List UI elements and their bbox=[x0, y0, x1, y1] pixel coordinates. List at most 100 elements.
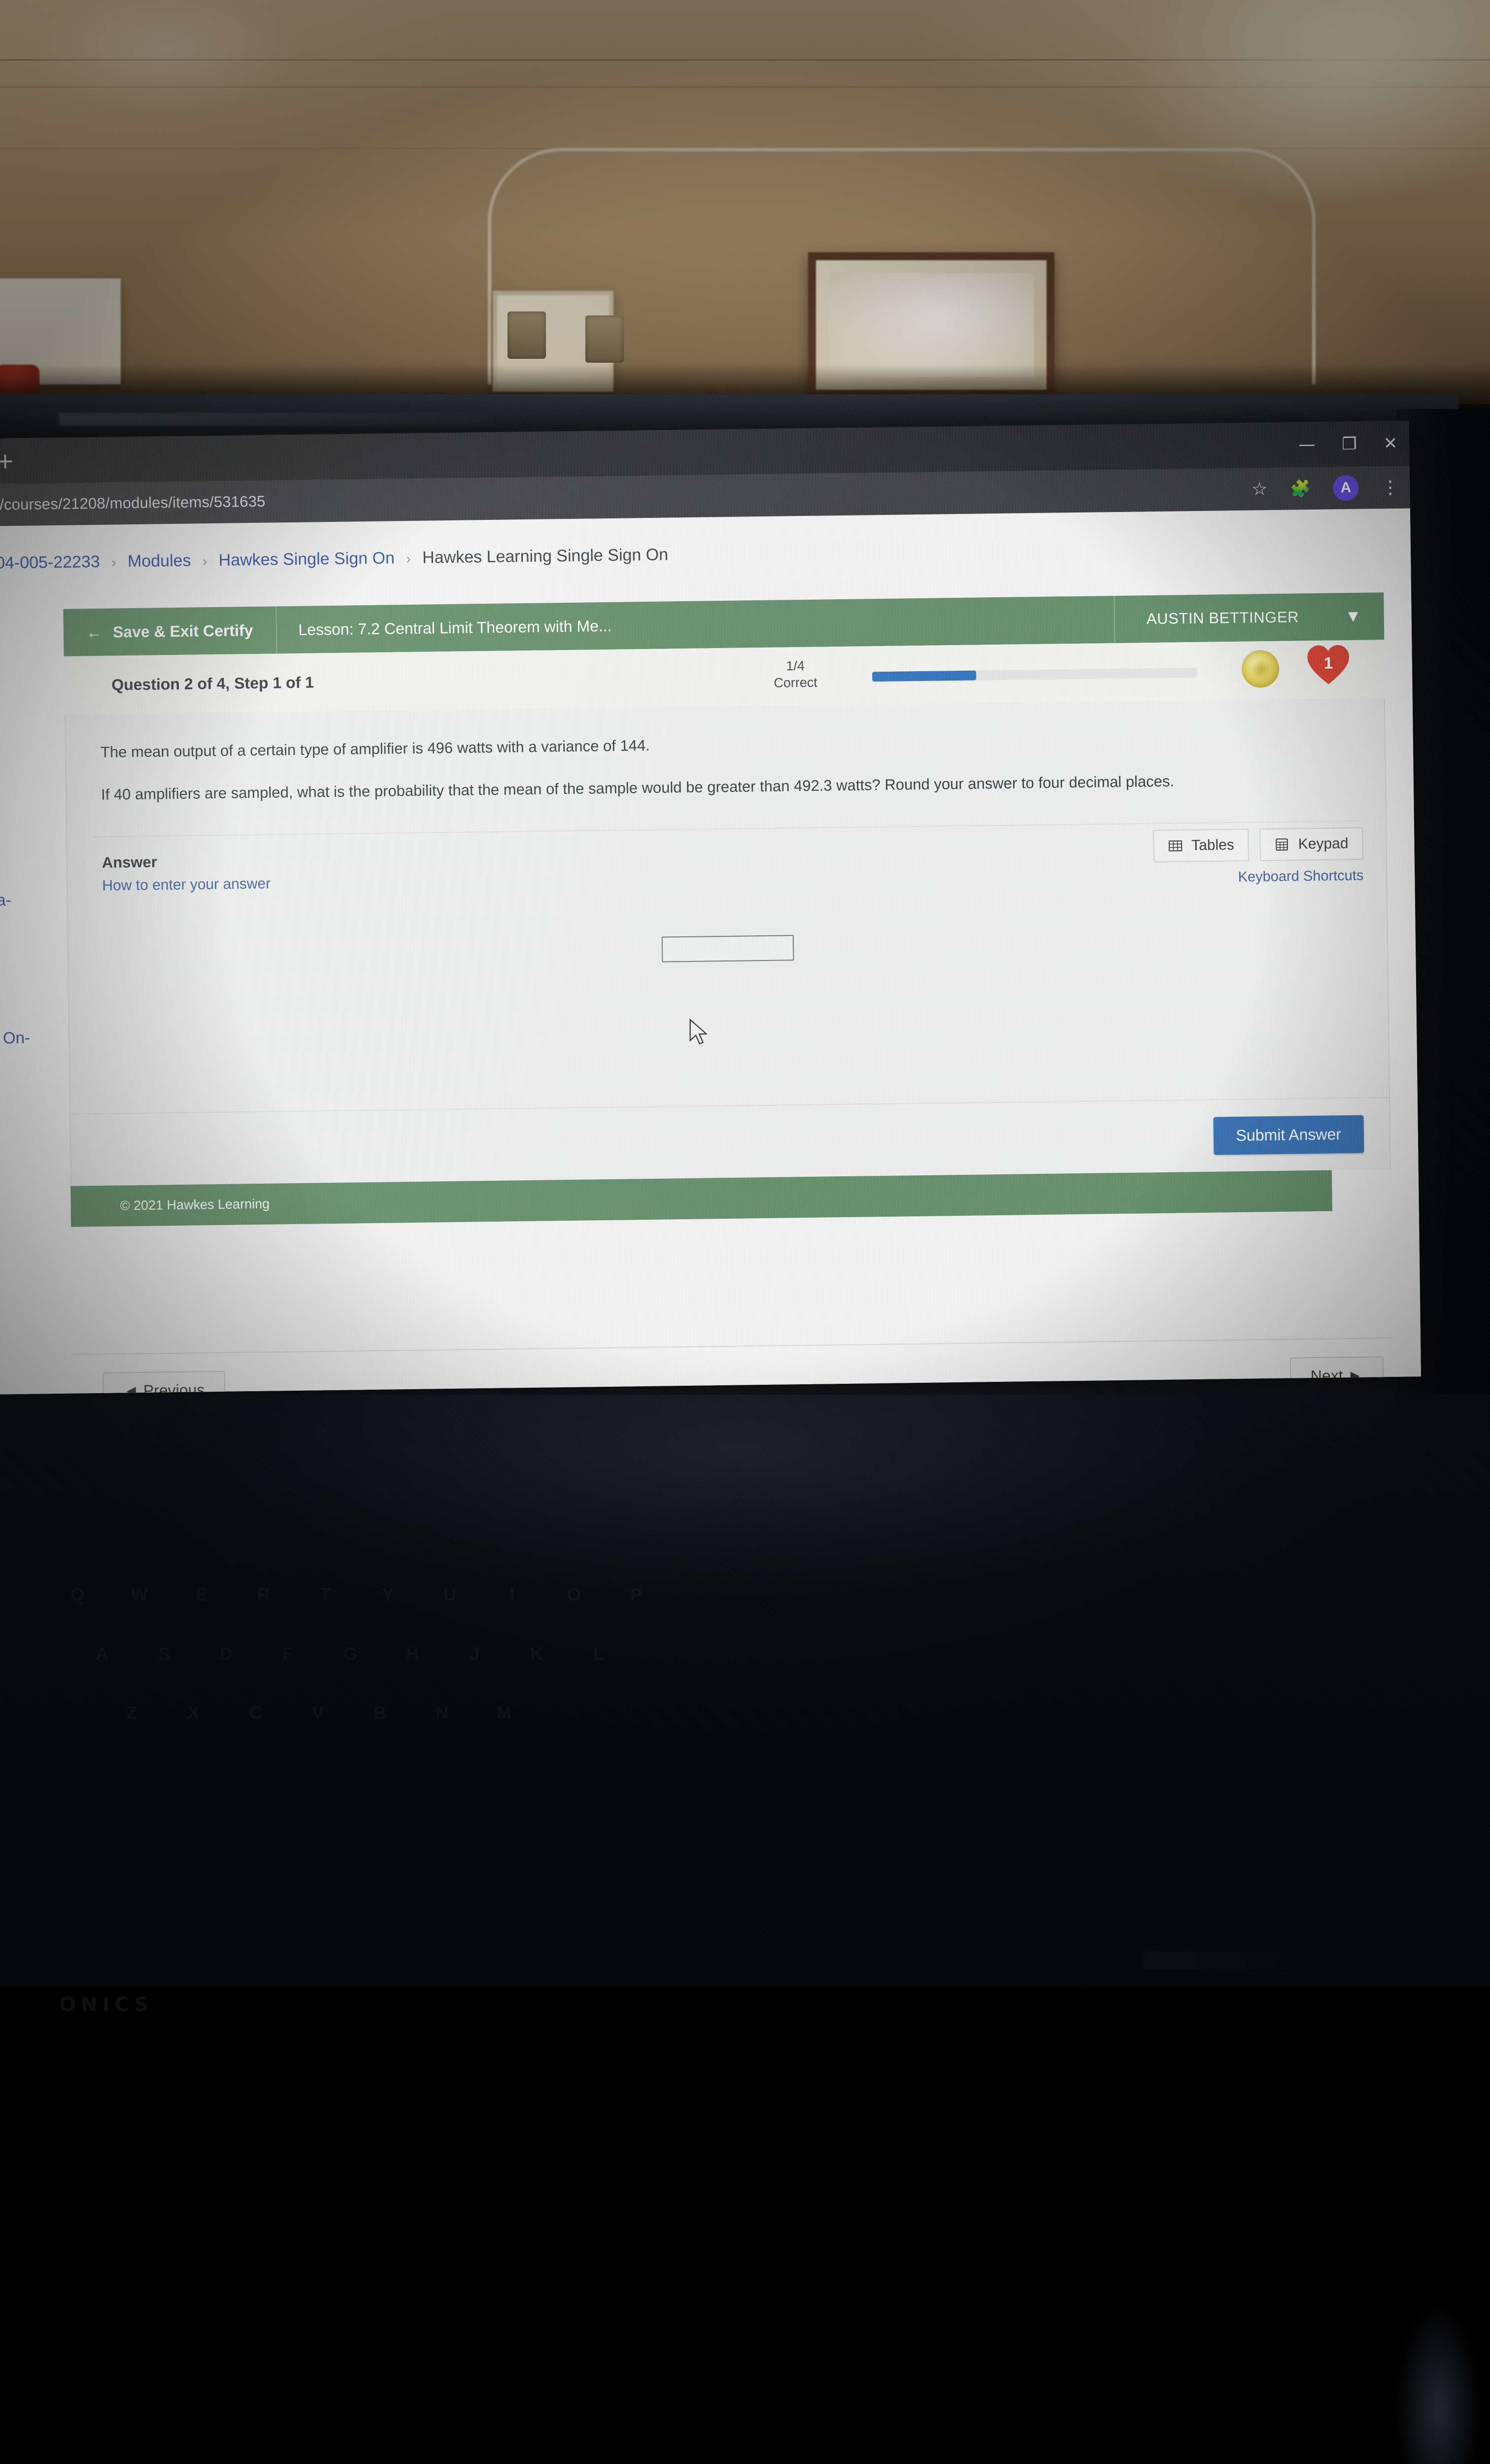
lives-count: 1 bbox=[1324, 653, 1333, 672]
previous-button[interactable]: ◄ Previous bbox=[102, 1371, 226, 1395]
web-page: MS204-005-22233 › Modules › Hawkes Singl… bbox=[0, 508, 1421, 1394]
keyboard-key-o[interactable]: O bbox=[556, 1584, 592, 1605]
question-line-1: The mean output of a certain type of amp… bbox=[101, 725, 1350, 764]
sidebar-fragment-2[interactable]: Ma- bbox=[0, 890, 11, 910]
sidebar-fragment-3[interactable]: /7 On- bbox=[0, 1028, 30, 1048]
trackpad-edge bbox=[1143, 1951, 1291, 1969]
keyboard-key-j[interactable]: J bbox=[456, 1643, 493, 1664]
laptop-screen: + — ❐ ✕ om/courses/21208/modules/items/5… bbox=[0, 420, 1421, 1394]
mouse-cursor-icon bbox=[687, 1018, 710, 1048]
keyboard-key-z[interactable]: Z bbox=[113, 1703, 150, 1723]
submit-answer-button[interactable]: Submit Answer bbox=[1213, 1115, 1364, 1155]
breadcrumb: MS204-005-22233 › Modules › Hawkes Singl… bbox=[0, 539, 1144, 573]
background-blur-object bbox=[1396, 2306, 1480, 2464]
bookmark-star-icon[interactable]: ☆ bbox=[1252, 479, 1268, 499]
table-grid-icon bbox=[1168, 838, 1183, 853]
previous-arrow-icon: ◄ bbox=[123, 1382, 139, 1395]
keyboard-key-m[interactable]: M bbox=[486, 1703, 522, 1723]
keypad-button[interactable]: Keypad bbox=[1259, 827, 1363, 861]
answer-input-wrapper bbox=[103, 928, 1353, 969]
answer-input[interactable] bbox=[662, 935, 794, 962]
keyboard-key-a[interactable]: A bbox=[84, 1643, 120, 1664]
keyboard-key-b[interactable]: B bbox=[362, 1703, 398, 1723]
keyboard-row[interactable]: ZXCVBNM bbox=[113, 1703, 522, 1723]
keyboard-key-v[interactable]: V bbox=[300, 1703, 336, 1723]
progress-bar-fill bbox=[872, 671, 976, 682]
keyboard-key-t[interactable]: T bbox=[307, 1584, 344, 1605]
address-text[interactable]: om/courses/21208/modules/items/531635 bbox=[0, 493, 266, 514]
window-glare bbox=[1090, 0, 1490, 262]
browser-menu-icon[interactable]: ⋮ bbox=[1381, 477, 1399, 497]
calculator-keypad-icon bbox=[1275, 837, 1289, 852]
keyboard-key-l[interactable]: L bbox=[580, 1643, 617, 1664]
user-name-label: AUSTIN BETTINGER bbox=[1147, 608, 1299, 628]
window-controls: — ❐ ✕ bbox=[1298, 421, 1398, 468]
question-line-2: If 40 amplifiers are sampled, what is th… bbox=[101, 767, 1351, 807]
keyboard-key-x[interactable]: X bbox=[175, 1703, 212, 1723]
keyboard-key-u[interactable]: U bbox=[432, 1584, 468, 1605]
photo-scene: + — ❐ ✕ om/courses/21208/modules/items/5… bbox=[0, 0, 1490, 1987]
lives-heart-badge: 1 bbox=[1305, 644, 1351, 686]
question-text-block: The mean output of a certain type of amp… bbox=[66, 698, 1386, 827]
chevron-down-icon: ▼ bbox=[1348, 609, 1358, 624]
keyboard-key-h[interactable]: H bbox=[394, 1643, 431, 1664]
tables-button[interactable]: Tables bbox=[1153, 829, 1250, 862]
light-glare bbox=[30, 0, 305, 113]
save-and-exit-label: Save & Exit Certify bbox=[113, 621, 253, 642]
extensions-puzzle-icon[interactable]: 🧩 bbox=[1290, 479, 1311, 499]
keypad-label: Keypad bbox=[1298, 835, 1349, 853]
military-patch bbox=[508, 311, 546, 359]
laptop-keyboard-deck: ONICS QWERTYUIOP ASDFGHJKL ZXCVBNM bbox=[0, 1395, 1490, 1987]
keyboard-row[interactable]: ASDFGHJKL bbox=[84, 1643, 617, 1664]
back-arrow-icon: ← bbox=[86, 623, 102, 641]
answer-section: Answer How to enter your answer bbox=[67, 821, 1389, 1114]
score-fraction: 1/4 bbox=[774, 658, 817, 675]
breadcrumb-current: Hawkes Learning Single Sign On bbox=[422, 545, 668, 567]
keyboard-key-i[interactable]: I bbox=[494, 1584, 530, 1605]
keyboard-key-d[interactable]: D bbox=[208, 1643, 244, 1664]
minimize-icon[interactable]: — bbox=[1298, 436, 1315, 453]
lesson-title: Lesson: 7.2 Central Limit Theorem with M… bbox=[276, 602, 612, 654]
room-background bbox=[0, 0, 1490, 404]
keyboard-key-q[interactable]: Q bbox=[59, 1584, 96, 1605]
keyboard-key-n[interactable]: N bbox=[424, 1703, 460, 1723]
coin-icon bbox=[1242, 650, 1280, 688]
close-icon[interactable]: ✕ bbox=[1384, 435, 1398, 452]
breadcrumb-modules[interactable]: Modules bbox=[128, 551, 191, 571]
laptop-brand-logo: ONICS bbox=[59, 1993, 153, 2016]
keyboard-shortcuts-link[interactable]: Keyboard Shortcuts bbox=[1153, 868, 1364, 887]
hawkes-content-body: The mean output of a certain type of amp… bbox=[65, 698, 1391, 1186]
keyboard-key-w[interactable]: W bbox=[121, 1584, 158, 1605]
breadcrumb-separator: › bbox=[111, 554, 116, 570]
progress-bar bbox=[872, 668, 1197, 682]
keyboard-key-g[interactable]: G bbox=[332, 1643, 369, 1664]
breadcrumb-hawkes-sso[interactable]: Hawkes Single Sign On bbox=[219, 548, 395, 569]
breadcrumb-separator: › bbox=[406, 551, 411, 566]
new-tab-button[interactable]: + bbox=[0, 449, 18, 475]
answer-tools: Tables bbox=[1153, 827, 1364, 887]
restore-icon[interactable]: ❐ bbox=[1342, 436, 1357, 452]
score-indicator: 1/4 Correct bbox=[774, 658, 817, 692]
keyboard-key-f[interactable]: F bbox=[270, 1643, 306, 1664]
score-word: Correct bbox=[774, 674, 817, 691]
hawkes-app-panel: ← Save & Exit Certify Lesson: 7.2 Centra… bbox=[63, 592, 1391, 1227]
save-and-exit-button[interactable]: ← Save & Exit Certify bbox=[63, 606, 277, 656]
keyboard-key-p[interactable]: P bbox=[618, 1584, 654, 1605]
breadcrumb-course[interactable]: MS204-005-22233 bbox=[0, 552, 100, 573]
keyboard-row[interactable]: QWERTYUIOP bbox=[59, 1584, 654, 1605]
tables-label: Tables bbox=[1191, 837, 1234, 854]
browser-toolbar-icons: ☆ 🧩 A ⋮ bbox=[1252, 466, 1399, 511]
answer-tool-buttons: Tables bbox=[1153, 827, 1363, 862]
keyboard-key-e[interactable]: E bbox=[183, 1584, 220, 1605]
keyboard-key-c[interactable]: C bbox=[237, 1703, 274, 1723]
user-menu[interactable]: AUSTIN BETTINGER ▼ bbox=[1114, 592, 1384, 643]
keyboard-key-r[interactable]: R bbox=[245, 1584, 282, 1605]
keyboard-key-s[interactable]: S bbox=[146, 1643, 182, 1664]
profile-avatar[interactable]: A bbox=[1333, 475, 1359, 501]
keyboard-key-y[interactable]: Y bbox=[370, 1584, 406, 1605]
breadcrumb-separator: › bbox=[203, 553, 207, 569]
question-step-label: Question 2 of 4, Step 1 of 1 bbox=[111, 673, 314, 694]
military-patch bbox=[585, 315, 624, 363]
keyboard-key-k[interactable]: K bbox=[518, 1643, 555, 1664]
laptop-bezel-highlight bbox=[59, 413, 493, 426]
